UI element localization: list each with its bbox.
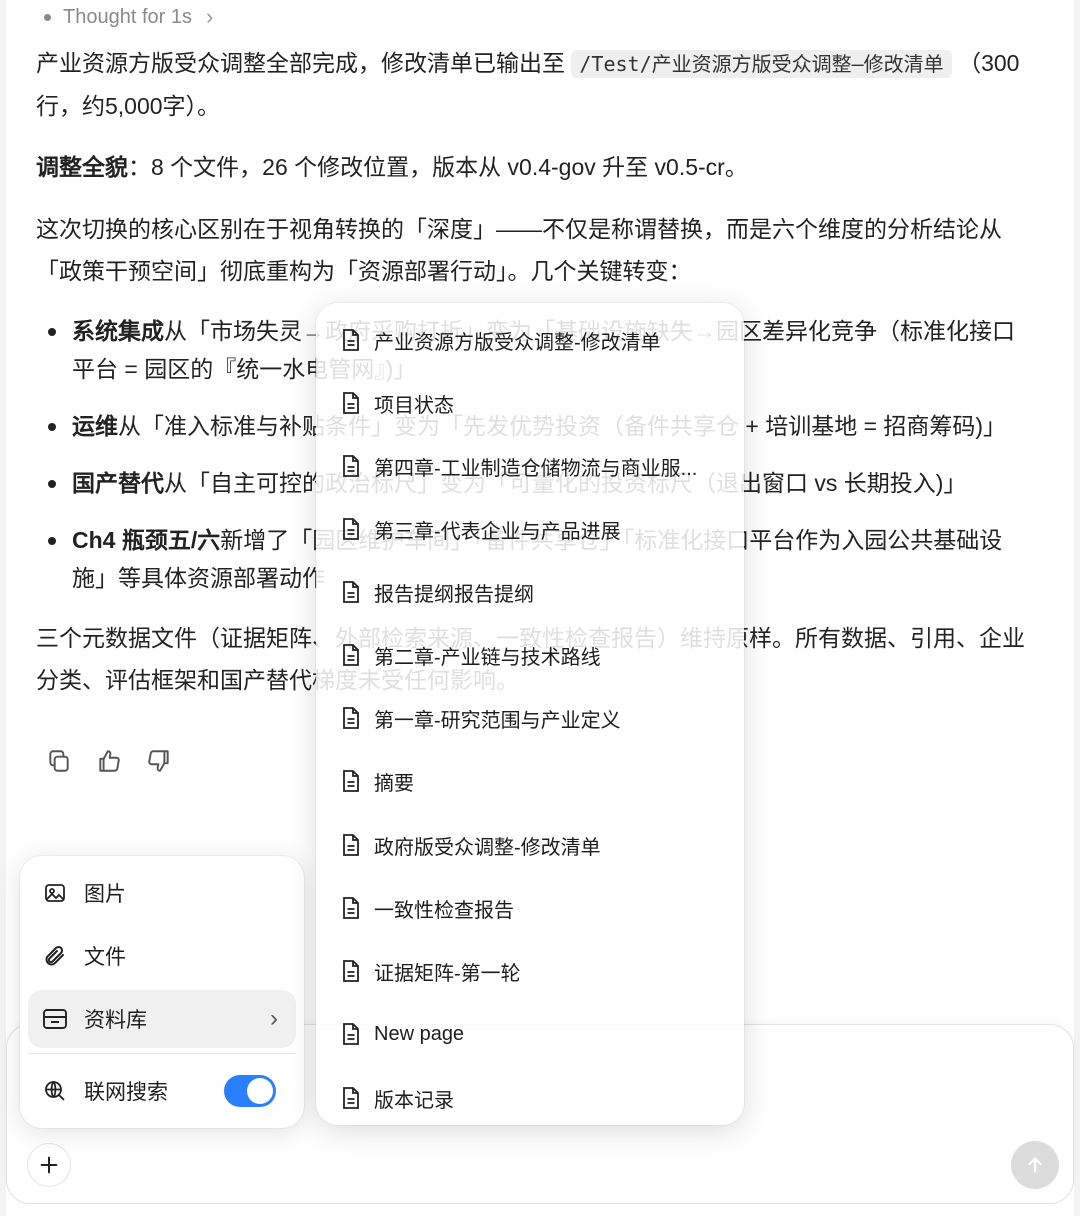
document-icon bbox=[343, 392, 359, 414]
document-icon bbox=[343, 518, 359, 540]
menu-item-web-search[interactable]: 联网搜索 bbox=[28, 1062, 296, 1120]
library-item-label: New page bbox=[374, 1022, 465, 1045]
message-actions bbox=[46, 748, 172, 774]
message-paragraph-3: 这次切换的核心区别在于视角转换的「深度」——不仅是称谓替换，而是六个维度的分析结… bbox=[36, 208, 1002, 292]
page: Thought for 1s › 产业资源方版受众调整全部完成，修改清单已输出至… bbox=[0, 0, 1080, 1216]
library-item-label: 项目状态 bbox=[374, 394, 454, 417]
library-item[interactable]: 一致性检查报告 bbox=[340, 888, 730, 928]
thumbs-down-icon[interactable] bbox=[146, 748, 172, 774]
document-icon bbox=[343, 329, 359, 351]
p3-line2: 「政策干预空间」彻底重构为「资源部署行动」。几个关键转变： bbox=[36, 258, 692, 284]
p3-line1: 这次切换的核心区别在于视角转换的「深度」——不仅是称谓替换，而是六个维度的分析结… bbox=[36, 216, 1002, 242]
library-item-label: 第一章-研究范围与产业定义 bbox=[374, 709, 621, 732]
thought-dot-icon bbox=[44, 13, 51, 21]
library-item-label: 摘要 bbox=[374, 772, 414, 795]
attach-menu: 图片 文件 资料库 › 联网搜索 bbox=[20, 856, 304, 1128]
file-path-code: /Test/产业资源方版受众调整–修改清单 bbox=[571, 50, 952, 78]
add-attachment-button[interactable] bbox=[27, 1143, 71, 1187]
thumbs-up-icon[interactable] bbox=[96, 748, 122, 774]
library-submenu: 产业资源方版受众调整-修改清单 项目状态 第四章-工业制造仓储物流与商业服...… bbox=[316, 303, 744, 1125]
library-item[interactable]: 版本记录 bbox=[340, 1078, 730, 1118]
p1-line2: 行，约5,000字）。 bbox=[36, 93, 221, 119]
p1-text: 产业资源方版受众调整全部完成，修改清单已输出至 bbox=[36, 50, 565, 76]
document-icon bbox=[343, 581, 359, 603]
document-icon bbox=[343, 770, 359, 792]
library-item[interactable]: 报告提纲报告提纲 bbox=[340, 572, 730, 612]
menu-item-library[interactable]: 资料库 › bbox=[28, 990, 296, 1048]
arrow-up-icon bbox=[1028, 1157, 1042, 1173]
library-item[interactable]: 产业资源方版受众调整-修改清单 bbox=[340, 320, 730, 360]
document-icon bbox=[343, 707, 359, 729]
message-paragraph-2: 调整全貌：8 个文件，26 个修改位置，版本从 v0.4-gov 升至 v0.5… bbox=[36, 146, 748, 188]
library-item[interactable]: 第四章-工业制造仓储物流与商业服... bbox=[340, 446, 730, 486]
library-item-label: 版本记录 bbox=[374, 1089, 454, 1112]
bullet-bold: 运维 bbox=[72, 413, 118, 439]
menu-item-file[interactable]: 文件 bbox=[28, 927, 296, 985]
image-icon bbox=[42, 880, 68, 906]
p2-text: ：8 个文件，26 个修改位置，版本从 v0.4-gov 升至 v0.5-cr。 bbox=[128, 154, 748, 180]
library-item[interactable]: 政府版受众调整-修改清单 bbox=[340, 825, 730, 865]
document-icon bbox=[343, 897, 359, 919]
library-item-label: 产业资源方版受众调整-修改清单 bbox=[374, 331, 661, 354]
library-item[interactable]: 摘要 bbox=[340, 761, 730, 801]
library-item-label: 第二章-产业链与技术路线 bbox=[374, 646, 601, 669]
library-item-label: 第四章-工业制造仓储物流与商业服... bbox=[374, 457, 698, 480]
menu-item-label: 图片 bbox=[84, 883, 126, 906]
p1-tail: （300 bbox=[958, 50, 1020, 76]
bullet-bold: 系统集成 bbox=[72, 318, 164, 344]
library-item-label: 第三章-代表企业与产品进展 bbox=[374, 520, 621, 543]
library-item-label: 证据矩阵-第一轮 bbox=[374, 962, 521, 985]
web-search-icon bbox=[42, 1078, 68, 1104]
document-icon bbox=[343, 834, 359, 856]
library-item[interactable]: 第一章-研究范围与产业定义 bbox=[340, 698, 730, 738]
bullet-text-line2: 施」等具体资源部署动作 bbox=[72, 565, 325, 591]
menu-item-label: 文件 bbox=[84, 946, 126, 969]
web-search-toggle[interactable] bbox=[224, 1075, 276, 1107]
library-item-label: 一致性检查报告 bbox=[374, 899, 514, 922]
chevron-right-icon: › bbox=[205, 4, 214, 29]
document-icon bbox=[343, 455, 359, 477]
bullet-bold: 国产替代 bbox=[72, 470, 164, 496]
document-icon bbox=[343, 960, 359, 982]
library-item-label: 报告提纲报告提纲 bbox=[374, 583, 534, 606]
menu-item-label: 资料库 bbox=[84, 1009, 147, 1032]
menu-item-label: 联网搜索 bbox=[84, 1081, 168, 1104]
thought-toggle[interactable]: Thought for 1s › bbox=[36, 4, 213, 30]
p2-bold: 调整全貌 bbox=[36, 154, 128, 180]
library-item[interactable]: New page bbox=[340, 1014, 730, 1054]
plus-icon bbox=[40, 1156, 58, 1174]
menu-item-image[interactable]: 图片 bbox=[28, 864, 296, 922]
message-paragraph-1: 产业资源方版受众调整全部完成，修改清单已输出至 /Test/产业资源方版受众调整… bbox=[36, 42, 1019, 127]
archive-icon bbox=[42, 1006, 68, 1032]
document-icon bbox=[343, 644, 359, 666]
bullet-bold: Ch4 瓶颈五/六 bbox=[72, 527, 221, 553]
thought-label: Thought for 1s bbox=[63, 5, 192, 28]
document-icon bbox=[343, 1087, 359, 1109]
library-item[interactable]: 第三章-代表企业与产品进展 bbox=[340, 509, 730, 549]
library-item-label: 政府版受众调整-修改清单 bbox=[374, 836, 601, 859]
library-item[interactable]: 第二章-产业链与技术路线 bbox=[340, 635, 730, 675]
copy-icon[interactable] bbox=[46, 748, 72, 774]
menu-divider bbox=[28, 1053, 296, 1054]
document-icon bbox=[343, 1023, 359, 1045]
send-button[interactable] bbox=[1011, 1141, 1059, 1189]
chevron-right-icon: › bbox=[270, 1005, 278, 1032]
paperclip-icon bbox=[42, 943, 68, 969]
library-item[interactable]: 项目状态 bbox=[340, 383, 730, 423]
library-item[interactable]: 证据矩阵-第一轮 bbox=[340, 951, 730, 991]
